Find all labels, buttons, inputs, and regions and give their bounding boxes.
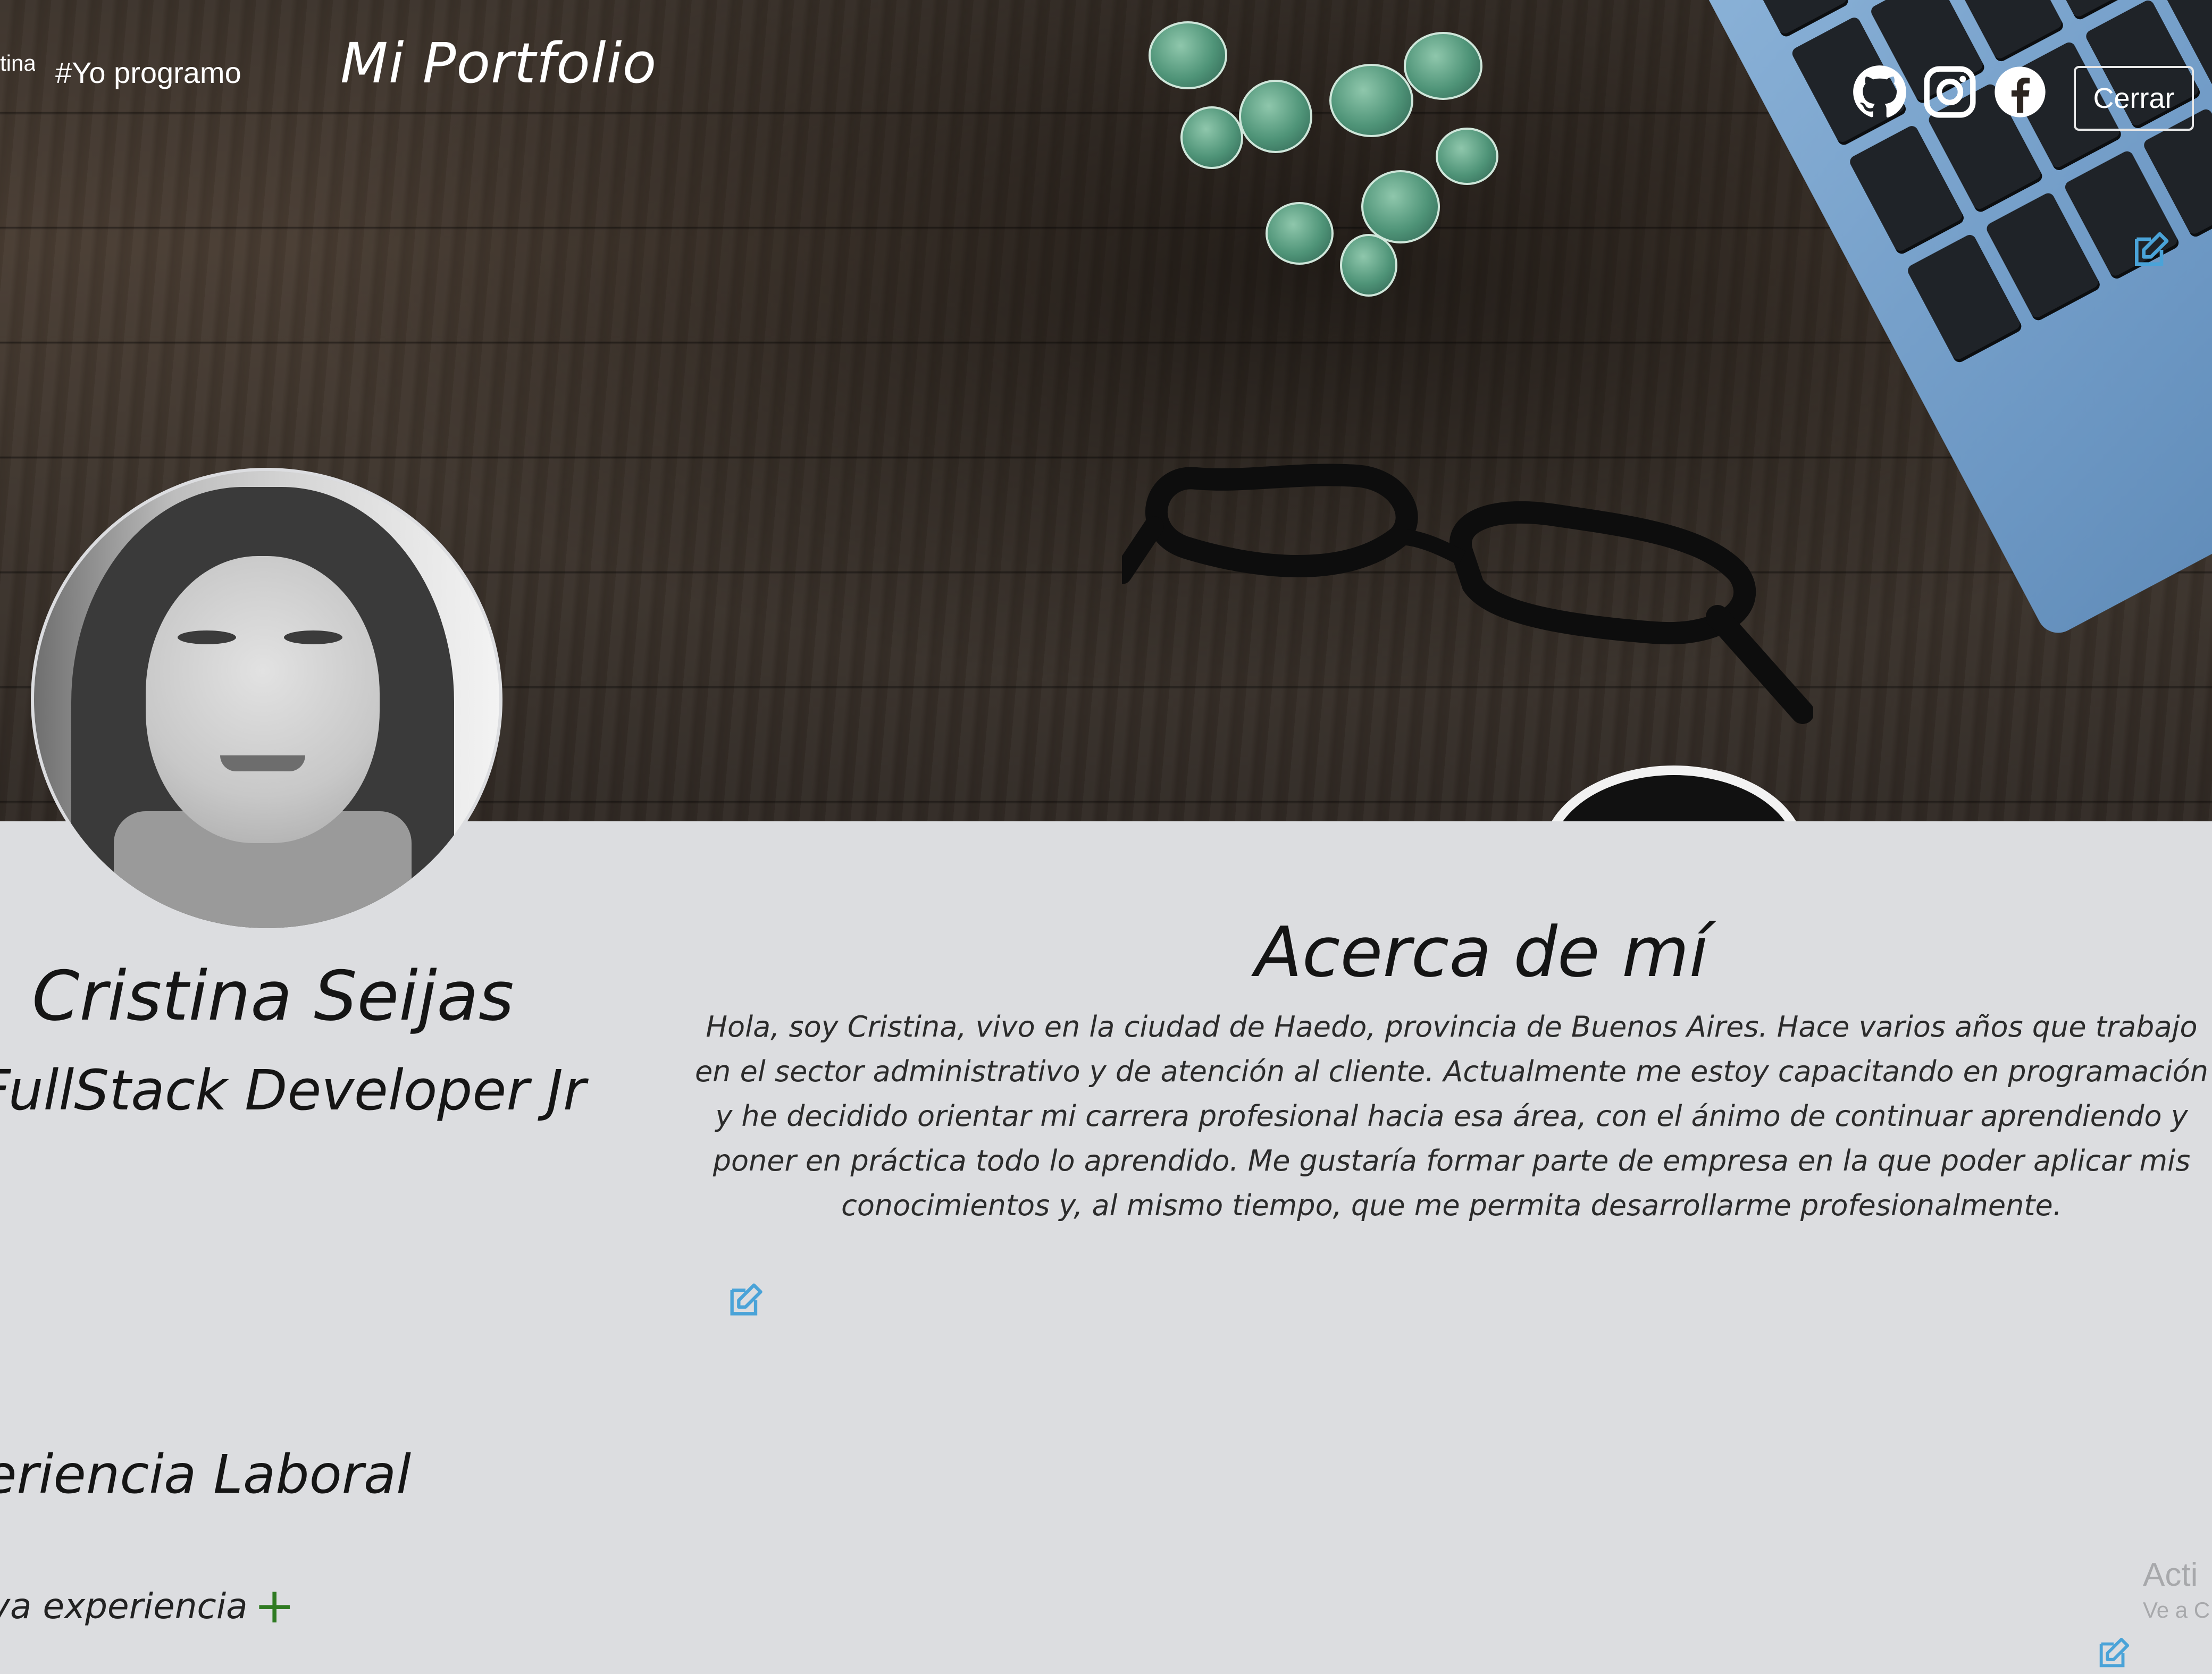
plant-leaf xyxy=(1361,170,1440,243)
glasses-illustration xyxy=(1122,464,1813,724)
edit-experience-icon[interactable] xyxy=(2095,1635,2132,1672)
brand-logo-text[interactable]: tina ama xyxy=(0,51,35,75)
add-experience-label: va experiencia xyxy=(0,1585,248,1627)
site-title: Mi Portfolio xyxy=(340,31,657,96)
watermark-line1: Acti xyxy=(2143,1558,2198,1593)
about-title: Acerca de mí xyxy=(1255,912,1708,992)
add-experience-button[interactable]: va experiencia + xyxy=(0,1582,295,1630)
edit-about-icon[interactable] xyxy=(725,1280,766,1320)
avatar-eye xyxy=(284,630,342,644)
watermark-line2: Ve a C xyxy=(2143,1597,2210,1622)
instagram-icon[interactable] xyxy=(1921,63,1979,121)
profile-name: Cristina Seijas xyxy=(32,957,514,1036)
hashtag-link[interactable]: #Yo programo xyxy=(55,55,241,90)
activation-watermark: Acti Ve a C xyxy=(2143,1558,2212,1628)
experience-title: eriencia Laboral xyxy=(0,1443,411,1505)
plant-leaf xyxy=(1266,202,1334,265)
plant-leaf xyxy=(1436,128,1498,185)
github-icon[interactable] xyxy=(1850,63,1909,121)
profile-role: FullStack Developer Jr xyxy=(0,1058,586,1123)
facebook-icon[interactable] xyxy=(1991,63,2049,121)
avatar-mouth xyxy=(220,755,305,771)
about-text: Hola, soy Cristina, vivo en la ciudad de… xyxy=(694,1010,2209,1222)
avatar-eye xyxy=(178,630,236,644)
close-button[interactable]: Cerrar xyxy=(2074,66,2194,131)
top-navbar: tina ama #Yo programo Mi Portfolio Cerra… xyxy=(0,0,2212,131)
plus-icon[interactable]: + xyxy=(254,1582,295,1630)
edit-banner-icon[interactable] xyxy=(2130,229,2172,271)
profile-avatar xyxy=(31,468,502,931)
avatar-face xyxy=(146,556,380,843)
plant-leaf xyxy=(1340,234,1397,297)
